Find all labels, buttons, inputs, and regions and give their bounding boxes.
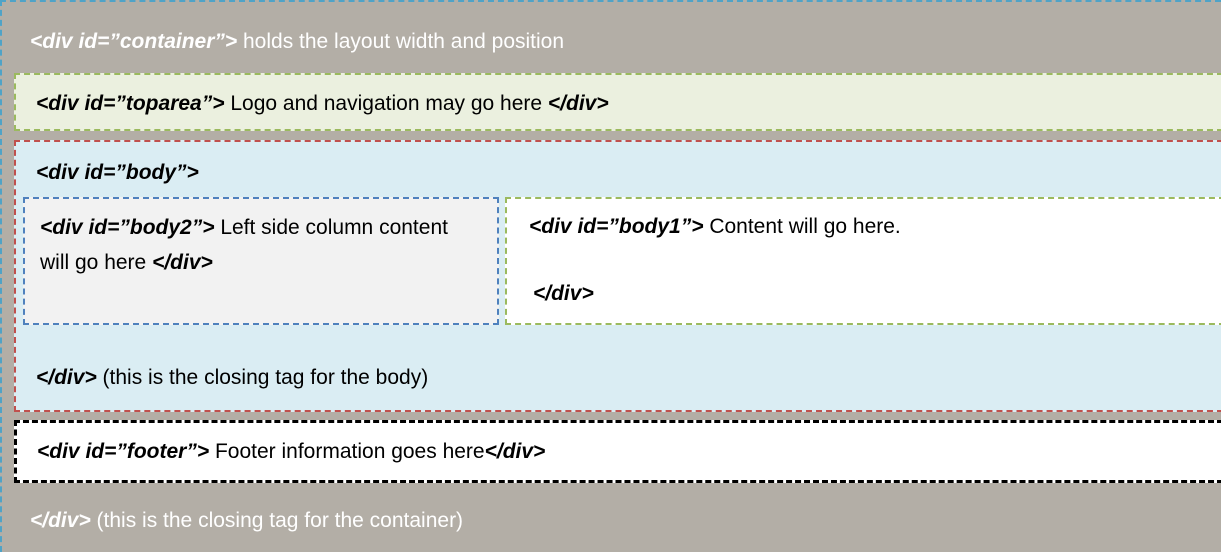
body2-open-tag: <div id=”body2”> <box>40 216 215 239</box>
body-open-line: <div id=”body”> <box>36 159 199 187</box>
body1-text: Content will go here. <box>703 215 901 238</box>
container-close-text: (this is the closing tag for the contain… <box>90 509 464 532</box>
container-open-text: holds the layout width and position <box>237 30 565 53</box>
toparea-text: Logo and navigation may go here <box>224 92 548 115</box>
toparea-open-tag: <div id=”toparea”> <box>36 92 225 115</box>
container-open-tag: <div id=”container”> <box>30 30 238 53</box>
body1-close-line: </div> <box>533 280 594 308</box>
body1-box: <div id=”body1”> Content will go here. <… <box>505 197 1221 325</box>
container-open-line: <div id=”container”> holds the layout wi… <box>30 28 564 56</box>
footer-box: <div id=”footer”> Footer information goe… <box>14 420 1221 483</box>
toparea-box: <div id=”toparea”> Logo and navigation m… <box>14 73 1221 131</box>
body2-close-tag: </div> <box>152 251 213 274</box>
toparea-line: <div id=”toparea”> Logo and navigation m… <box>36 90 609 118</box>
footer-line: <div id=”footer”> Footer information goe… <box>37 438 545 466</box>
body1-open-tag: <div id=”body1”> <box>529 215 704 238</box>
body-close-line: </div> (this is the closing tag for the … <box>36 364 428 392</box>
body1-open-line: <div id=”body1”> Content will go here. <box>529 213 901 241</box>
container-box: <div id=”container”> holds the layout wi… <box>0 0 1221 552</box>
footer-text: Footer information goes here <box>209 440 485 463</box>
footer-close-tag: </div> <box>484 440 546 463</box>
body2-box: <div id=”body2”> Left side column conten… <box>23 197 499 325</box>
footer-open-tag: <div id=”footer”> <box>37 440 210 463</box>
body1-close-tag: </div> <box>533 282 594 305</box>
body-close-text: (this is the closing tag for the body) <box>96 366 429 389</box>
body-close-tag: </div> <box>36 366 97 389</box>
body-open-tag: <div id=”body”> <box>36 161 199 184</box>
container-close-line: </div> (this is the closing tag for the … <box>30 507 463 535</box>
body2-text-block: <div id=”body2”> Left side column conten… <box>40 210 480 280</box>
toparea-close-tag: </div> <box>547 92 609 115</box>
body-box: <div id=”body”> <div id=”body2”> Left si… <box>14 140 1221 412</box>
container-close-tag: </div> <box>30 509 91 532</box>
